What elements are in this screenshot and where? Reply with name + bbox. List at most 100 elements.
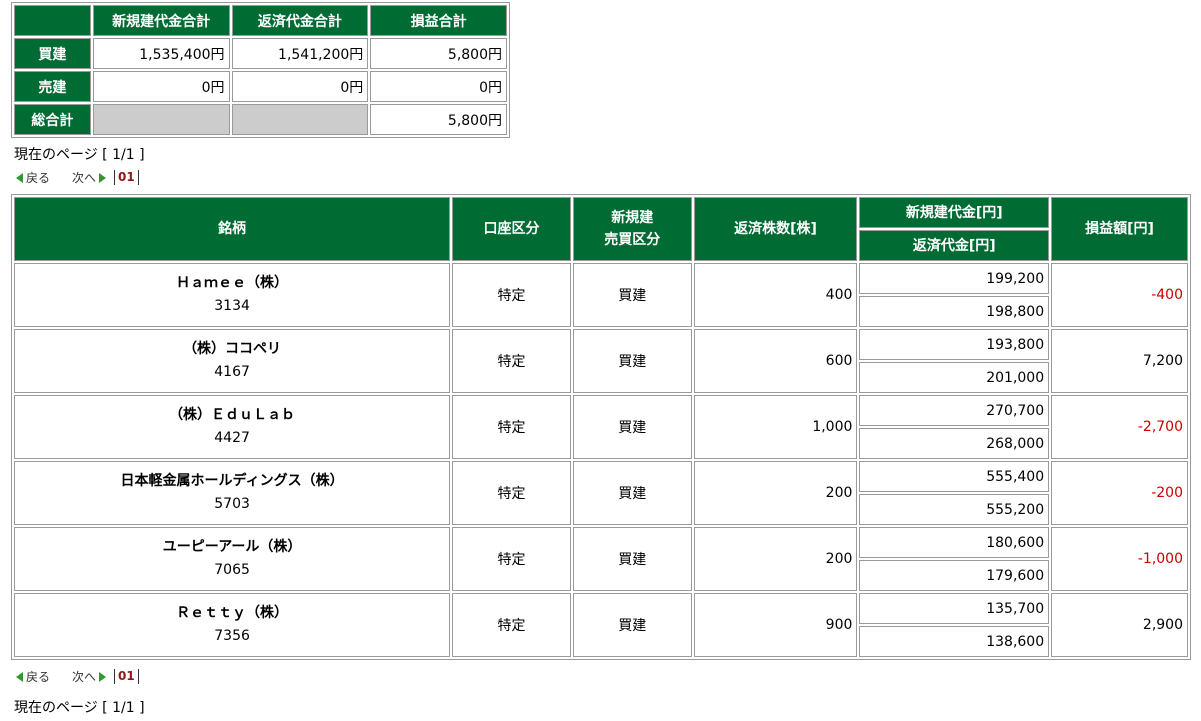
stock-code: 4427 — [214, 430, 250, 446]
trade-type: 買建 — [572, 329, 692, 393]
summary-total-pl-value: 5,800円 — [370, 104, 507, 135]
stock-cell: Ｈａｍｅｅ（株） 3134 — [14, 263, 451, 327]
prev-link[interactable]: 戻る — [26, 169, 50, 186]
stock-cell: Ｒｅｔｔｙ（株） 7356 — [14, 593, 451, 657]
header-trade-type-line2: 売買区分 — [604, 232, 661, 248]
account-type: 特定 — [452, 329, 571, 393]
close-amount: 138,600 — [859, 626, 1050, 657]
next-arrow-icon — [99, 671, 107, 682]
profit-loss: 2,900 — [1051, 593, 1188, 657]
page-info-bottom: 現在のページ [ 1/1 ] — [14, 700, 145, 716]
stock-cell: （株）ＥｄｕＬａｂ 4427 — [14, 395, 451, 459]
close-amount: 268,000 — [859, 428, 1050, 459]
positions-body: Ｈａｍｅｅ（株） 3134 特定 買建 400 199,200 -400 198,800 （株）… — [14, 263, 1188, 657]
stock-code: 7356 — [214, 628, 250, 644]
header-trade-type-line1: 新規建 — [611, 210, 654, 226]
new-amount: 135,700 — [859, 593, 1050, 624]
summary-header-pl: 損益合計 — [370, 5, 507, 36]
positions-table: 銘柄 口座区分 新規建 売買区分 返済株数[株] 新規建代金[円] 損益額[円]… — [11, 194, 1191, 660]
stock-code: 3134 — [214, 298, 250, 314]
position-row: Ｈａｍｅｅ（株） 3134 特定 買建 400 199,200 -400 — [14, 263, 1188, 327]
position-row: Ｒｅｔｔｙ（株） 7356 特定 買建 900 135,700 2,900 — [14, 593, 1188, 657]
summary-row-buy: 買建 1,535,400円 1,541,200円 5,800円 — [14, 38, 507, 69]
header-trade-type: 新規建 売買区分 — [572, 197, 692, 261]
trade-type: 買建 — [572, 527, 692, 591]
prev-arrow-icon — [16, 172, 23, 183]
close-qty: 200 — [693, 527, 858, 591]
summary-blank-cell — [231, 104, 369, 135]
account-type: 特定 — [452, 263, 571, 327]
next-link[interactable]: 次へ — [72, 169, 96, 186]
header-new-amount: 新規建代金[円] — [859, 197, 1050, 228]
position-row: （株）ココペリ 4167 特定 買建 600 193,800 7,200 — [14, 329, 1188, 393]
stock-cell: ユーピーアール（株） 7065 — [14, 527, 451, 591]
close-qty: 600 — [693, 329, 858, 393]
close-amount: 198,800 — [859, 296, 1050, 327]
stock-code: 4167 — [214, 364, 250, 380]
trade-type: 買建 — [572, 461, 692, 525]
account-type: 特定 — [452, 593, 571, 657]
stock-name: Ｈａｍｅｅ（株） — [176, 275, 289, 291]
page-link-01[interactable]: 01 — [114, 669, 139, 684]
close-qty: 400 — [693, 263, 858, 327]
summary-new-value: 0円 — [92, 71, 230, 102]
trade-type: 買建 — [572, 395, 692, 459]
stock-cell: 日本軽金属ホールディングス（株） 5703 — [14, 461, 451, 525]
header-pl: 損益額[円] — [1051, 197, 1188, 261]
stock-name: （株）ココペリ — [183, 341, 282, 357]
stock-name: ユーピーアール（株） — [162, 539, 302, 555]
new-amount: 555,400 — [859, 461, 1050, 492]
close-amount: 555,200 — [859, 494, 1050, 525]
header-qty: 返済株数[株] — [693, 197, 858, 261]
summary-row-label: 売建 — [14, 71, 91, 102]
close-qty: 900 — [693, 593, 858, 657]
profit-loss: -200 — [1051, 461, 1188, 525]
trade-type: 買建 — [572, 263, 692, 327]
prev-link[interactable]: 戻る — [26, 668, 50, 685]
close-qty: 200 — [693, 461, 858, 525]
summary-new-value: 1,535,400円 — [92, 38, 230, 69]
header-account: 口座区分 — [452, 197, 571, 261]
account-type: 特定 — [452, 395, 571, 459]
summary-header-new: 新規建代金合計 — [92, 5, 230, 36]
summary-total-label: 総合計 — [14, 104, 91, 135]
account-type: 特定 — [452, 461, 571, 525]
stock-name: （株）ＥｄｕＬａｂ — [169, 407, 296, 423]
summary-pl-value: 0円 — [370, 71, 507, 102]
stock-name: Ｒｅｔｔｙ（株） — [176, 605, 289, 621]
trade-type: 買建 — [572, 593, 692, 657]
stock-code: 7065 — [214, 562, 250, 578]
summary-pl-value: 5,800円 — [370, 38, 507, 69]
pager-bottom: 戻る 次へ 01 — [16, 668, 139, 685]
position-row: ユーピーアール（株） 7065 特定 買建 200 180,600 -1,000 — [14, 527, 1188, 591]
new-amount: 199,200 — [859, 263, 1050, 294]
stock-cell: （株）ココペリ 4167 — [14, 329, 451, 393]
profit-loss: 7,200 — [1051, 329, 1188, 393]
next-link[interactable]: 次へ — [72, 668, 96, 685]
summary-row-total: 総合計 5,800円 — [14, 104, 507, 135]
summary-table: 新規建代金合計 返済代金合計 損益合計 買建 1,535,400円 1,541,… — [11, 2, 510, 138]
position-row: 日本軽金属ホールディングス（株） 5703 特定 買建 200 555,400 -200 — [14, 461, 1188, 525]
summary-blank-cell — [92, 104, 230, 135]
close-qty: 1,000 — [693, 395, 858, 459]
account-type: 特定 — [452, 527, 571, 591]
summary-header-close: 返済代金合計 — [231, 5, 369, 36]
new-amount: 193,800 — [859, 329, 1050, 360]
summary-close-value: 1,541,200円 — [231, 38, 369, 69]
page-link-01[interactable]: 01 — [114, 170, 139, 185]
page-info-top: 現在のページ [ 1/1 ] — [14, 147, 145, 163]
header-stock: 銘柄 — [14, 197, 451, 261]
summary-row-label: 買建 — [14, 38, 91, 69]
new-amount: 270,700 — [859, 395, 1050, 426]
summary-corner — [14, 5, 91, 36]
profit-loss: -400 — [1051, 263, 1188, 327]
summary-close-value: 0円 — [231, 71, 369, 102]
position-row: （株）ＥｄｕＬａｂ 4427 特定 買建 1,000 270,700 -2,700 — [14, 395, 1188, 459]
close-amount: 201,000 — [859, 362, 1050, 393]
prev-arrow-icon — [16, 671, 23, 682]
stock-code: 5703 — [214, 496, 250, 512]
summary-row-sell: 売建 0円 0円 0円 — [14, 71, 507, 102]
pager-top: 戻る 次へ 01 — [16, 169, 139, 186]
close-amount: 179,600 — [859, 560, 1050, 591]
header-close-amount: 返済代金[円] — [859, 230, 1050, 261]
